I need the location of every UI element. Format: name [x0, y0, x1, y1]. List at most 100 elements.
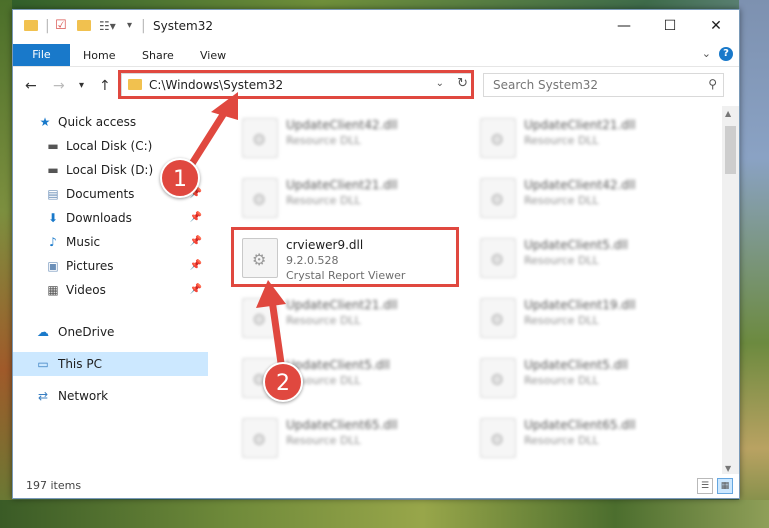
- file-description: Resource DLL: [524, 254, 599, 267]
- ribbon: File Home Share View ⌄ ?: [13, 42, 739, 66]
- desktop-background-left: [0, 0, 12, 528]
- sidebar-item-label: Music: [66, 235, 101, 249]
- tab-view[interactable]: View: [200, 49, 226, 62]
- large-icons-view-icon[interactable]: ▦: [717, 478, 733, 494]
- sidebar-item-network[interactable]: ⇄ Network: [13, 384, 208, 408]
- back-button[interactable]: ←: [25, 78, 37, 94]
- desktop-background-bottom: [0, 500, 769, 528]
- file-name: UpdateClient21.dll: [524, 118, 636, 132]
- search-input[interactable]: [484, 74, 699, 96]
- file-name: UpdateClient65.dll: [286, 418, 398, 432]
- sidebar-item-label: Videos: [66, 283, 106, 297]
- separator-icon: |: [45, 18, 50, 34]
- file-description: Resource DLL: [524, 374, 599, 387]
- sidebar-item-pictures[interactable]: ▣ Pictures 📌: [13, 254, 208, 278]
- search-box[interactable]: ⚲: [483, 73, 724, 97]
- tab-file[interactable]: File: [13, 44, 70, 66]
- address-bar-highlight: [118, 70, 474, 99]
- minimize-button[interactable]: —: [601, 10, 647, 42]
- file-description: Resource DLL: [524, 434, 599, 447]
- sidebar-item-label: Downloads: [66, 211, 132, 225]
- sidebar-item-onedrive[interactable]: ☁ OneDrive: [13, 320, 208, 344]
- recent-locations-button[interactable]: ▾: [79, 80, 84, 91]
- dll-file-icon: [480, 298, 516, 338]
- file-item[interactable]: UpdateClient42.dll Resource DLL: [232, 110, 462, 170]
- scrollbar-thumb[interactable]: [725, 126, 736, 174]
- document-icon: ▤: [47, 187, 59, 201]
- picture-icon: ▣: [47, 259, 59, 273]
- maximize-button[interactable]: ☐: [647, 10, 693, 42]
- music-icon: ♪: [49, 235, 57, 249]
- drive-icon: ▬: [47, 139, 59, 153]
- scroll-down-icon[interactable]: ▼: [725, 464, 731, 473]
- file-name: UpdateClient19.dll: [524, 298, 636, 312]
- video-icon: ▦: [47, 283, 59, 297]
- sidebar-item-this-pc[interactable]: ▭ This PC: [13, 352, 208, 376]
- file-item[interactable]: UpdateClient65.dll Resource DLL: [470, 410, 700, 470]
- scroll-up-icon[interactable]: ▲: [725, 109, 731, 118]
- quick-access-toolbar-dropdown-icon[interactable]: ▾: [127, 19, 132, 33]
- sidebar-item-label: Local Disk (C:): [66, 139, 153, 153]
- file-item[interactable]: UpdateClient19.dll Resource DLL: [470, 290, 700, 350]
- properties-icon[interactable]: ☑: [55, 19, 67, 33]
- sidebar-item-label: Documents: [66, 187, 135, 201]
- file-item[interactable]: UpdateClient21.dll Resource DLL: [232, 290, 462, 350]
- expand-ribbon-icon[interactable]: ⌄: [702, 47, 711, 60]
- file-name: UpdateClient21.dll: [286, 298, 398, 312]
- forward-button[interactable]: →: [53, 78, 65, 94]
- search-icon: ⚲: [708, 77, 717, 91]
- pin-icon[interactable]: 📌: [190, 260, 202, 271]
- file-description: Resource DLL: [524, 194, 599, 207]
- title-bar: | ☑ ☷▾ ▾ | System32 — ☐ ✕: [13, 10, 739, 42]
- file-name: UpdateClient5.dll: [524, 238, 628, 252]
- sidebar-item-label: Quick access: [58, 115, 137, 129]
- sidebar-item-videos[interactable]: ▦ Videos 📌: [13, 278, 208, 302]
- desktop-background-right: [739, 0, 769, 528]
- up-button[interactable]: ↑: [99, 78, 111, 94]
- sidebar-item-music[interactable]: ♪ Music 📌: [13, 230, 208, 254]
- tab-home[interactable]: Home: [83, 49, 115, 62]
- sidebar-item-quick-access[interactable]: ★ Quick access: [13, 110, 208, 134]
- file-highlight: [231, 227, 459, 287]
- tab-share[interactable]: Share: [142, 49, 174, 62]
- file-item[interactable]: UpdateClient5.dll Resource DLL: [470, 350, 700, 410]
- window-title: System32: [153, 19, 214, 33]
- file-list: UpdateClient42.dll Resource DLL UpdateCl…: [218, 106, 723, 476]
- file-item[interactable]: UpdateClient42.dll Resource DLL: [470, 170, 700, 230]
- dll-file-icon: [480, 418, 516, 458]
- file-name: UpdateClient42.dll: [286, 118, 398, 132]
- sidebar-item-downloads[interactable]: ⬇ Downloads 📌: [13, 206, 208, 230]
- vertical-scrollbar[interactable]: ▲ ▼: [722, 106, 739, 476]
- cloud-icon: ☁: [37, 325, 49, 339]
- sidebar-item-label: Network: [58, 389, 109, 403]
- new-folder-icon[interactable]: [77, 20, 91, 31]
- pin-icon[interactable]: 📌: [190, 236, 202, 247]
- dll-file-icon: [242, 298, 278, 338]
- separator-icon: |: [141, 18, 146, 34]
- status-bar: 197 items ☰ ▦: [13, 474, 739, 498]
- star-icon: ★: [39, 115, 51, 129]
- file-description: Resource DLL: [286, 314, 361, 327]
- dll-file-icon: [480, 358, 516, 398]
- file-item[interactable]: UpdateClient65.dll Resource DLL: [232, 410, 462, 470]
- dll-file-icon: [480, 238, 516, 278]
- close-button[interactable]: ✕: [693, 10, 739, 42]
- drive-icon: ▬: [47, 163, 59, 177]
- computer-icon: ▭: [37, 357, 49, 371]
- help-button[interactable]: ?: [719, 47, 733, 61]
- details-view-icon[interactable]: ☰: [697, 478, 713, 494]
- file-description: Resource DLL: [286, 434, 361, 447]
- file-description: Resource DLL: [524, 134, 599, 147]
- sidebar-item-local-disk-c[interactable]: ▬ Local Disk (C:): [13, 134, 208, 158]
- sidebar-item-label: This PC: [58, 357, 102, 371]
- customize-toolbar-icon[interactable]: ☷▾: [99, 19, 116, 33]
- dll-file-icon: [480, 178, 516, 218]
- pin-icon[interactable]: 📌: [190, 284, 202, 295]
- file-name: UpdateClient5.dll: [286, 358, 390, 372]
- sidebar-item-label: OneDrive: [58, 325, 115, 339]
- file-item[interactable]: UpdateClient21.dll Resource DLL: [470, 110, 700, 170]
- file-item[interactable]: UpdateClient21.dll Resource DLL: [232, 170, 462, 230]
- pin-icon[interactable]: 📌: [190, 212, 202, 223]
- file-item[interactable]: UpdateClient5.dll Resource DLL: [470, 230, 700, 290]
- file-name: UpdateClient65.dll: [524, 418, 636, 432]
